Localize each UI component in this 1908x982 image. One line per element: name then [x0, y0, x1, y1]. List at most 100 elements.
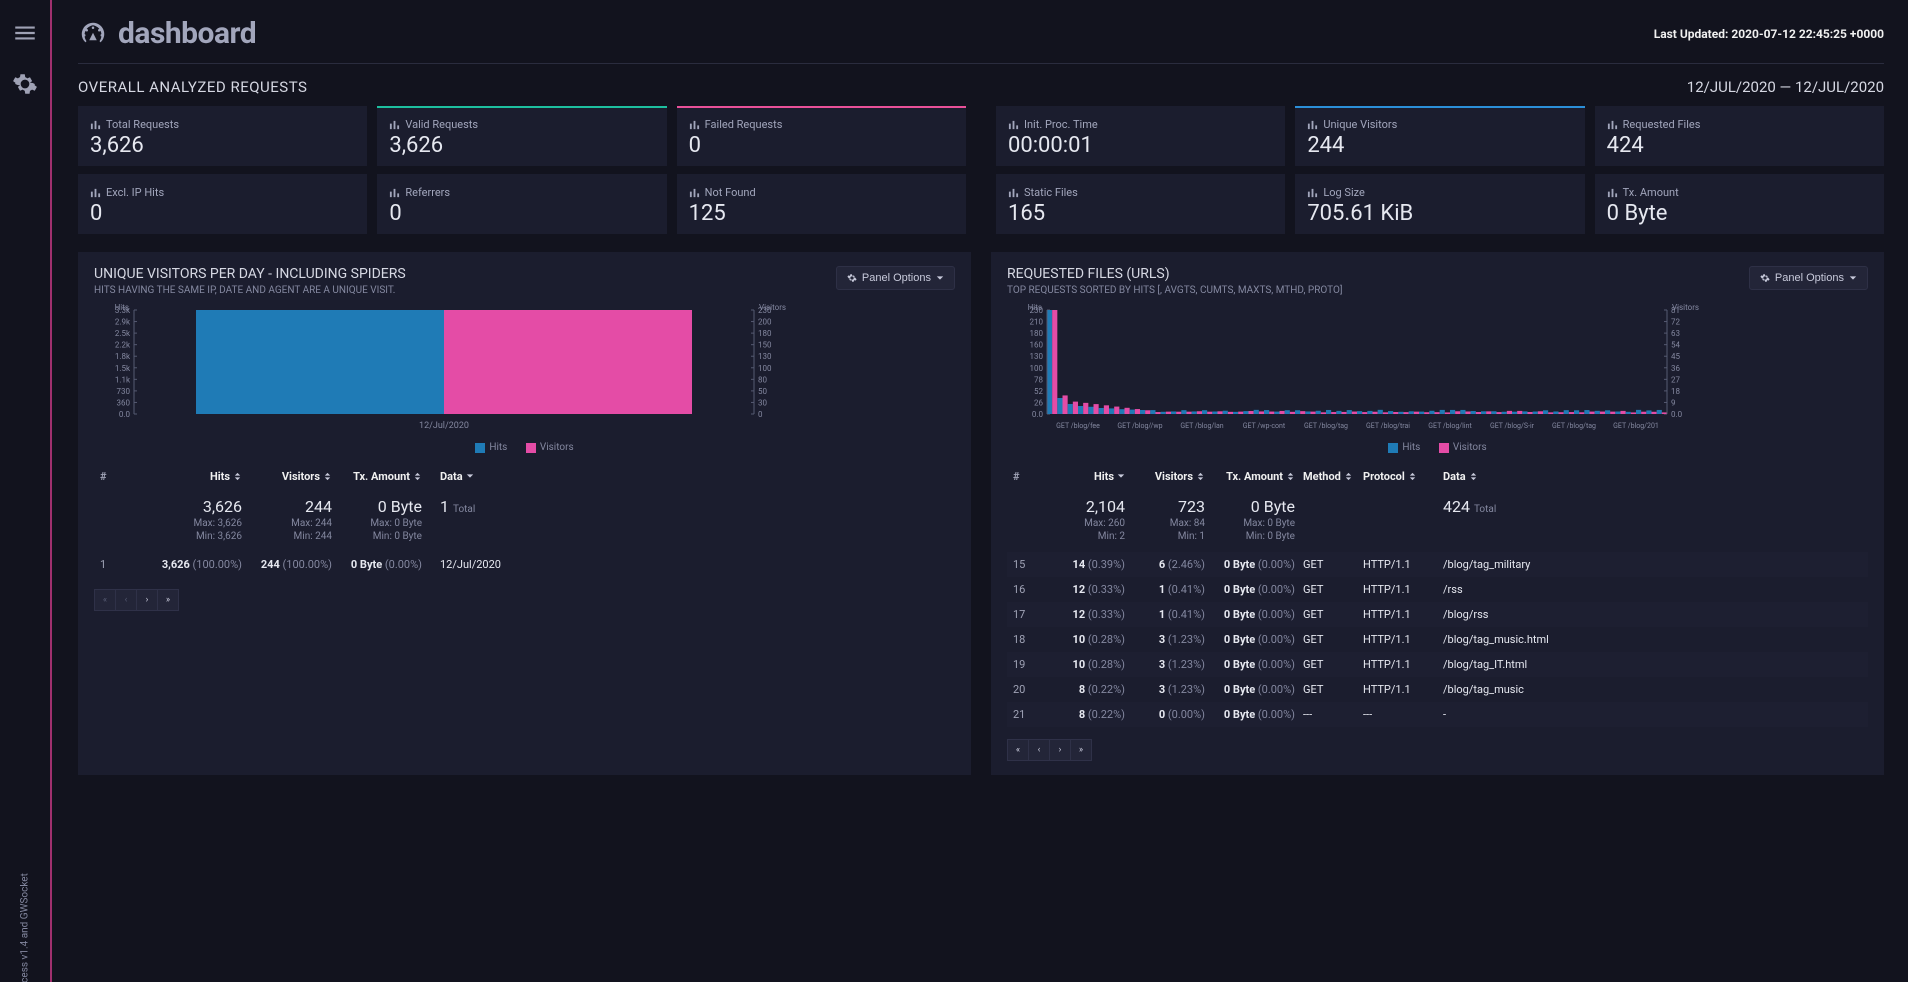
table-row: 21 8 (0.22%) 0 (0.00%) 0 Byte (0.00%) --… — [1007, 702, 1868, 727]
svg-text:0.0: 0.0 — [1032, 410, 1044, 419]
chevron-down-icon — [936, 274, 944, 282]
stat-value: 0 — [90, 201, 355, 226]
stat-value: 3,626 — [90, 133, 355, 158]
page-last[interactable]: » — [157, 589, 179, 611]
col-protocol[interactable]: Protocol — [1363, 470, 1433, 483]
col-idx[interactable]: # — [1013, 470, 1043, 483]
panel1-title: UNIQUE VISITORS PER DAY - INCLUDING SPID… — [94, 266, 406, 282]
stat-label: Not Found — [689, 186, 954, 199]
panel-unique-visitors: UNIQUE VISITORS PER DAY - INCLUDING SPID… — [78, 252, 971, 775]
chevron-down-icon — [1849, 274, 1857, 282]
sort-icon — [1286, 472, 1295, 481]
stat-card: Excl. IP Hits 0 — [78, 174, 367, 234]
stat-value: 00:00:01 — [1008, 133, 1273, 158]
svg-text:150: 150 — [758, 341, 772, 350]
svg-text:GET /blog/201: GET /blog/201 — [1613, 422, 1659, 430]
pagination: « ‹ › » — [1007, 739, 1868, 761]
page-last[interactable]: » — [1070, 739, 1092, 761]
svg-text:180: 180 — [758, 329, 772, 338]
svg-text:Visitors: Visitors — [759, 304, 786, 312]
svg-text:52: 52 — [1034, 387, 1043, 396]
svg-text:GET /blog/lint: GET /blog/lint — [1428, 422, 1472, 430]
page-next[interactable]: › — [136, 589, 158, 611]
chart-icon — [1008, 119, 1019, 130]
menu-icon[interactable] — [12, 20, 38, 46]
stat-value: 424 — [1607, 133, 1872, 158]
col-hits[interactable]: Hits — [130, 470, 250, 483]
stats-row-2: Excl. IP Hits 0 Referrers 0 Not Found 12… — [78, 174, 1884, 234]
svg-text:GET /blog//wp: GET /blog//wp — [1117, 422, 1162, 430]
chart-legend: Hits Visitors — [1007, 442, 1868, 456]
svg-text:130: 130 — [758, 352, 772, 361]
page-prev[interactable]: ‹ — [1028, 739, 1050, 761]
svg-text:26: 26 — [1034, 398, 1043, 407]
chart-icon — [1008, 187, 1019, 198]
svg-text:0.0: 0.0 — [119, 410, 131, 419]
panel-options-button[interactable]: Panel Options — [836, 266, 955, 290]
stat-label: Failed Requests — [689, 118, 954, 131]
stat-value: 705.61 KiB — [1307, 201, 1572, 226]
stat-value: 125 — [689, 201, 954, 226]
page-next[interactable]: › — [1049, 739, 1071, 761]
svg-text:2.9k: 2.9k — [115, 318, 131, 327]
panel2-chart: 0.02652781001301601802102300.09182736455… — [1007, 304, 1868, 456]
panel1-subtitle: HITS HAVING THE SAME IP, DATE AND AGENT … — [94, 285, 406, 296]
chevron-down-icon — [466, 472, 474, 480]
sort-icon — [413, 472, 422, 481]
page-first[interactable]: « — [1007, 739, 1029, 761]
stat-card: Referrers 0 — [377, 174, 666, 234]
panel-requested-files: REQUESTED FILES (URLS) TOP REQUESTS SORT… — [991, 252, 1884, 775]
pagination: « ‹ › » — [94, 589, 955, 611]
svg-text:GET /blog/tag: GET /blog/tag — [1552, 422, 1596, 430]
sort-icon — [1408, 472, 1417, 481]
stat-label: Log Size — [1307, 186, 1572, 199]
aggr-hits: 3,626 — [203, 497, 242, 516]
stat-card: Tx. Amount 0 Byte — [1595, 174, 1884, 234]
bar-chart: 0.03607301.1k1.5k1.8k2.2k2.5k2.9k3.3k030… — [94, 304, 794, 434]
chart-icon — [689, 119, 700, 130]
aggr-tx: 0 Byte — [1251, 497, 1295, 516]
chart-icon — [689, 187, 700, 198]
table-row: 18 10 (0.28%) 3 (1.23%) 0 Byte (0.00%) G… — [1007, 627, 1868, 652]
svg-text:160: 160 — [1030, 341, 1044, 350]
svg-text:GET /blog/S-ir: GET /blog/S-ir — [1490, 422, 1535, 430]
stat-card: Unique Visitors 244 — [1295, 106, 1584, 166]
sort-icon — [1469, 472, 1478, 481]
svg-text:54: 54 — [1671, 341, 1680, 350]
panel2-subtitle: TOP REQUESTS SORTED BY HITS [, AVGTS, CU… — [1007, 285, 1343, 296]
col-idx[interactable]: # — [100, 470, 130, 483]
col-tx[interactable]: Tx. Amount — [340, 470, 430, 483]
gear-icon[interactable] — [12, 71, 38, 97]
svg-text:0: 0 — [758, 410, 763, 419]
page-prev[interactable]: ‹ — [115, 589, 137, 611]
sort-icon — [1196, 472, 1205, 481]
col-data[interactable]: Data — [1433, 470, 1862, 483]
svg-text:63: 63 — [1671, 329, 1680, 338]
bar-chart: 0.02652781001301601802102300.09182736455… — [1007, 304, 1707, 434]
panel2-title: REQUESTED FILES (URLS) — [1007, 266, 1343, 282]
svg-text:100: 100 — [1030, 364, 1044, 373]
col-method[interactable]: Method — [1303, 470, 1363, 483]
svg-text:210: 210 — [1030, 318, 1044, 327]
col-visitors[interactable]: Visitors — [250, 470, 340, 483]
col-visitors[interactable]: Visitors — [1133, 470, 1213, 483]
aggr-visitors: 723 — [1178, 497, 1205, 516]
app-title: dashboard — [78, 16, 256, 51]
panel-options-button[interactable]: Panel Options — [1749, 266, 1868, 290]
table-row: 20 8 (0.22%) 3 (1.23%) 0 Byte (0.00%) GE… — [1007, 677, 1868, 702]
col-tx[interactable]: Tx. Amount — [1213, 470, 1303, 483]
chart-icon — [1607, 187, 1618, 198]
chart-icon — [1307, 187, 1318, 198]
stat-label: Excl. IP Hits — [90, 186, 355, 199]
svg-text:80: 80 — [758, 375, 767, 384]
col-hits[interactable]: Hits — [1043, 470, 1133, 483]
chart-icon — [90, 119, 101, 130]
aggr-total: 1 Total — [440, 497, 475, 516]
svg-text:0.0: 0.0 — [1671, 410, 1683, 419]
page-first[interactable]: « — [94, 589, 116, 611]
svg-text:360: 360 — [117, 398, 131, 407]
col-data[interactable]: Data — [430, 470, 949, 483]
chart-icon — [389, 187, 400, 198]
svg-text:GET /blog/trai: GET /blog/trai — [1366, 422, 1410, 430]
sort-icon — [323, 472, 332, 481]
